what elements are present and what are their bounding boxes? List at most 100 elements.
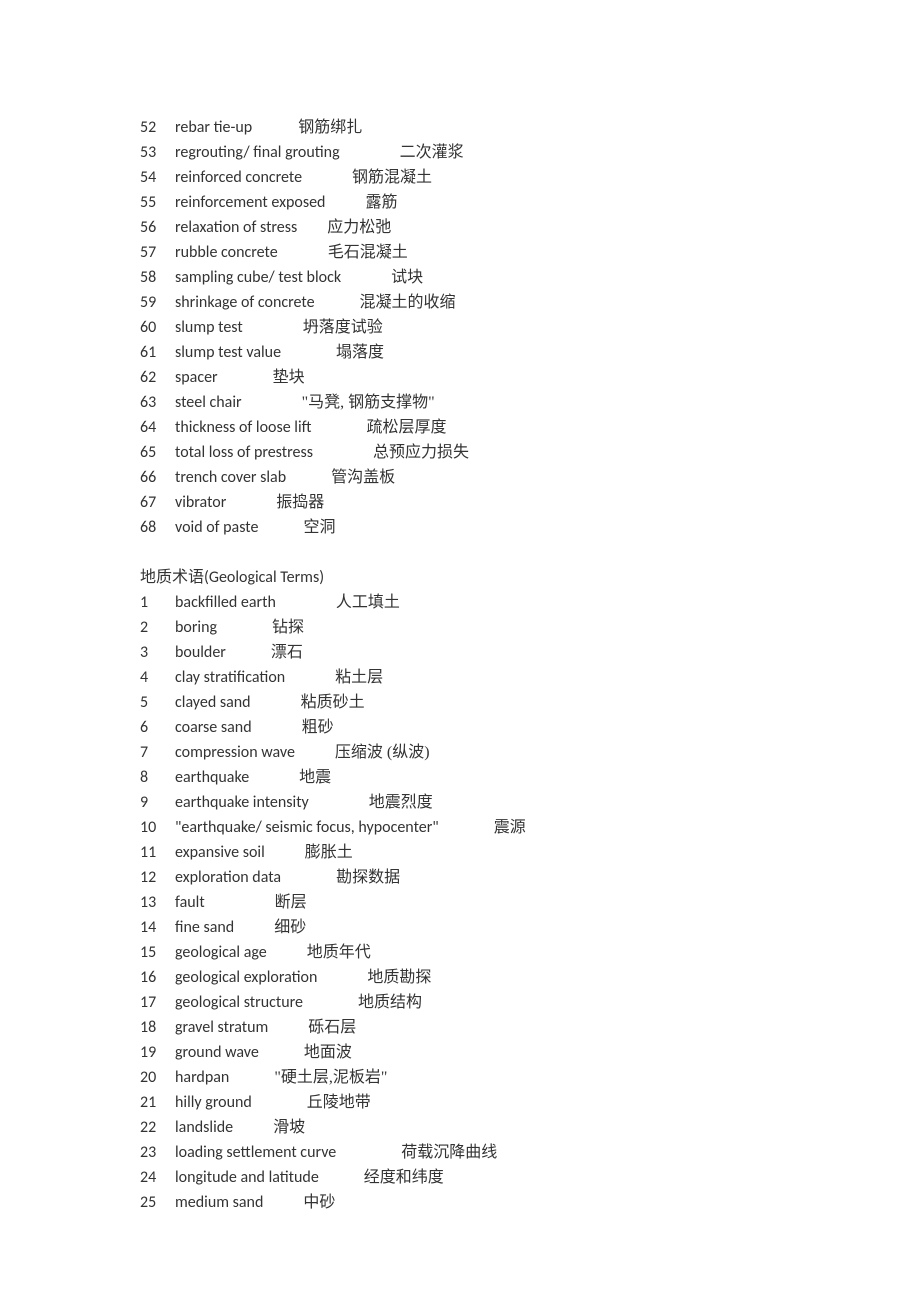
glossary-row: 3boulder漂石 <box>140 640 920 665</box>
term-english: rubble concrete <box>175 240 278 265</box>
term-english: clayed sand <box>175 690 251 715</box>
row-number: 56 <box>140 215 175 240</box>
glossary-row: 65total loss of prestress总预应力损失 <box>140 440 920 465</box>
glossary-row: 15geological age地质年代 <box>140 940 920 965</box>
term-chinese: 中砂 <box>303 1190 335 1215</box>
term-english: earthquake <box>175 765 249 790</box>
row-number: 10 <box>140 815 175 840</box>
row-number: 67 <box>140 490 175 515</box>
glossary-row: 61slump test value塌落度 <box>140 340 920 365</box>
row-number: 63 <box>140 390 175 415</box>
term-chinese: 垫块 <box>273 365 305 390</box>
term-chinese: 滑坡 <box>273 1115 305 1140</box>
row-number: 58 <box>140 265 175 290</box>
glossary-row: 63steel chair"马凳, 钢筋支撑物" <box>140 390 920 415</box>
row-number: 16 <box>140 965 175 990</box>
term-chinese: 空洞 <box>303 515 335 540</box>
glossary-row: 53regrouting/ final grouting二次灌浆 <box>140 140 920 165</box>
glossary-row: 7compression wave压缩波 (纵波) <box>140 740 920 765</box>
term-english: "earthquake/ seismic focus, hypocenter" <box>175 815 439 840</box>
term-english: hardpan <box>175 1065 229 1090</box>
glossary-row: 13fault 断层 <box>140 890 920 915</box>
glossary-row: 21hilly ground丘陵地带 <box>140 1090 920 1115</box>
term-chinese: 粗砂 <box>302 715 334 740</box>
section-heading-geological: 地质术语(Geological Terms) <box>140 565 920 590</box>
term-english: expansive soil <box>175 840 265 865</box>
glossary-row: 8earthquake 地震 <box>140 765 920 790</box>
row-number: 4 <box>140 665 175 690</box>
term-chinese: 管沟盖板 <box>331 465 395 490</box>
row-number: 18 <box>140 1015 175 1040</box>
row-number: 57 <box>140 240 175 265</box>
term-chinese: 荷载沉降曲线 <box>401 1140 497 1165</box>
row-number: 54 <box>140 165 175 190</box>
row-number: 12 <box>140 865 175 890</box>
term-chinese: 地质结构 <box>358 990 422 1015</box>
term-chinese: 丘陵地带 <box>307 1090 371 1115</box>
glossary-row: 17geological structure地质结构 <box>140 990 920 1015</box>
term-english: fine sand <box>175 915 234 940</box>
term-english: earthquake intensity <box>175 790 309 815</box>
glossary-row: 56relaxation of stress应力松弛 <box>140 215 920 240</box>
row-number: 68 <box>140 515 175 540</box>
row-number: 59 <box>140 290 175 315</box>
glossary-row: 66trench cover slab 管沟盖板 <box>140 465 920 490</box>
row-number: 65 <box>140 440 175 465</box>
glossary-row: 16geological exploration 地质勘探 <box>140 965 920 990</box>
term-chinese: 地质年代 <box>307 940 371 965</box>
term-chinese: 地震 <box>299 765 331 790</box>
term-english: backfilled earth <box>175 590 276 615</box>
row-number: 60 <box>140 315 175 340</box>
term-english: geological exploration <box>175 965 317 990</box>
row-number: 7 <box>140 740 175 765</box>
term-english: geological age <box>175 940 267 965</box>
glossary-row: 62spacer垫块 <box>140 365 920 390</box>
row-number: 22 <box>140 1115 175 1140</box>
row-number: 13 <box>140 890 175 915</box>
term-chinese: 地质勘探 <box>367 965 431 990</box>
term-english: trench cover slab <box>175 465 286 490</box>
term-chinese: 地震烈度 <box>369 790 433 815</box>
term-chinese: 振捣器 <box>276 490 324 515</box>
term-english: slump test value <box>175 340 281 365</box>
term-chinese: 断层 <box>275 890 307 915</box>
term-english: sampling cube/ test block <box>175 265 341 290</box>
glossary-row: 4clay stratification粘土层 <box>140 665 920 690</box>
term-chinese: 疏松层厚度 <box>367 415 447 440</box>
term-chinese: 钻探 <box>272 615 304 640</box>
term-english: exploration data <box>175 865 281 890</box>
term-chinese: 经度和纬度 <box>364 1165 444 1190</box>
term-english: vibrator <box>175 490 226 515</box>
glossary-row: 59shrinkage of concrete混凝土的收缩 <box>140 290 920 315</box>
section-heading-en: (Geological Terms) <box>204 568 324 587</box>
term-english: thickness of loose lift <box>175 415 312 440</box>
term-chinese: 应力松弛 <box>327 215 391 240</box>
glossary-row: 5clayed sand粘质砂土 <box>140 690 920 715</box>
glossary-row: 10"earthquake/ seismic focus, hypocenter… <box>140 815 920 840</box>
row-number: 66 <box>140 465 175 490</box>
row-number: 6 <box>140 715 175 740</box>
row-number: 2 <box>140 615 175 640</box>
term-chinese: 露筋 <box>365 190 397 215</box>
glossary-row: 14fine sand细砂 <box>140 915 920 940</box>
row-number: 8 <box>140 765 175 790</box>
term-english: fault <box>175 890 205 915</box>
glossary-row: 52rebar tie-up钢筋绑扎 <box>140 115 920 140</box>
glossary-row: 55reinforcement exposed 露筋 <box>140 190 920 215</box>
term-english: reinforcement exposed <box>175 190 325 215</box>
term-english: hilly ground <box>175 1090 252 1115</box>
row-number: 1 <box>140 590 175 615</box>
glossary-row: 11expansive soil膨胀土 <box>140 840 920 865</box>
glossary-row: 12exploration data勘探数据 <box>140 865 920 890</box>
glossary-row: 18gravel stratum砾石层 <box>140 1015 920 1040</box>
term-english: geological structure <box>175 990 303 1015</box>
row-number: 55 <box>140 190 175 215</box>
row-number: 53 <box>140 140 175 165</box>
term-chinese: 粘土层 <box>335 665 383 690</box>
term-chinese: 总预应力损失 <box>373 440 469 465</box>
term-english: landslide <box>175 1115 233 1140</box>
term-chinese: 二次灌浆 <box>400 140 464 165</box>
term-chinese: "马凳, 钢筋支撑物" <box>302 390 435 415</box>
glossary-section-2: 1backfilled earth人工填土2boring钻探3boulder漂石… <box>140 590 920 1215</box>
row-number: 62 <box>140 365 175 390</box>
